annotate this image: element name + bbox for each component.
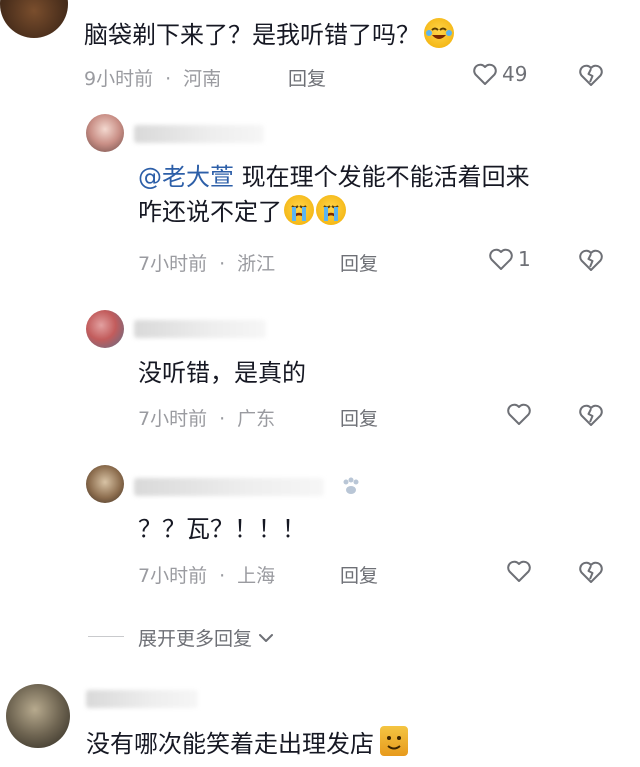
dislike-button[interactable] bbox=[578, 63, 604, 91]
heart-outline-icon bbox=[473, 63, 497, 85]
avatar[interactable] bbox=[86, 114, 124, 152]
username-redacted bbox=[134, 320, 266, 338]
reply-text: 没听错，是真的 bbox=[138, 359, 306, 387]
reply-text: ？？瓦？！！！ bbox=[138, 515, 306, 543]
reply-location: 浙江 bbox=[237, 253, 276, 275]
reply-location: 广东 bbox=[237, 408, 276, 430]
broken-heart-icon bbox=[579, 561, 603, 583]
dislike-button[interactable] bbox=[578, 403, 604, 431]
comment-time: 9小时前 bbox=[84, 68, 154, 90]
reply-button[interactable]: 回复 bbox=[288, 64, 326, 91]
expand-more-replies-button[interactable]: 展开更多回复 bbox=[138, 624, 274, 651]
reply-text-line1: 现在理个发能不能活着回来 bbox=[234, 163, 530, 191]
reply-button[interactable]: 回复 bbox=[340, 404, 378, 431]
reply-time: 7小时前 bbox=[138, 253, 208, 275]
paw-icon bbox=[340, 476, 362, 498]
dislike-button[interactable] bbox=[578, 560, 604, 588]
sticker-icon bbox=[380, 726, 408, 756]
dislike-button[interactable] bbox=[578, 248, 604, 276]
avatar[interactable] bbox=[86, 465, 124, 503]
broken-heart-icon bbox=[579, 64, 603, 86]
username-redacted bbox=[134, 478, 324, 496]
reply-button[interactable]: 回复 bbox=[340, 249, 378, 276]
reply-meta: 7小时前 · 广东 bbox=[138, 408, 276, 430]
reply-time: 7小时前 bbox=[138, 565, 208, 587]
like-count: 49 bbox=[502, 62, 528, 86]
broken-heart-icon bbox=[579, 404, 603, 426]
avatar[interactable] bbox=[0, 0, 68, 38]
like-button[interactable] bbox=[506, 559, 532, 583]
crying-emoji-icon bbox=[316, 195, 346, 225]
comment-location: 河南 bbox=[183, 68, 222, 90]
chevron-down-icon bbox=[259, 633, 274, 642]
like-count: 1 bbox=[518, 247, 531, 271]
comment-text: 脑袋剃下来了？是我听错了吗？ bbox=[84, 18, 454, 52]
username-redacted bbox=[86, 690, 198, 708]
like-button[interactable]: 1 bbox=[488, 247, 531, 271]
comment-text: 没有哪次能笑着走出理发店 bbox=[86, 726, 408, 761]
divider bbox=[88, 636, 124, 637]
reply-text-line2-row: 咋还说不定了 bbox=[138, 195, 346, 229]
username-redacted bbox=[134, 125, 264, 143]
reply-meta: 7小时前 · 浙江 bbox=[138, 253, 276, 275]
expand-more-label: 展开更多回复 bbox=[138, 628, 253, 650]
laughing-crying-emoji-icon bbox=[424, 18, 454, 48]
avatar[interactable] bbox=[6, 684, 70, 748]
mention-link[interactable]: @老大萱 bbox=[138, 163, 234, 191]
like-button[interactable]: 49 bbox=[472, 62, 527, 86]
heart-outline-icon bbox=[507, 403, 531, 425]
heart-outline-icon bbox=[489, 248, 513, 270]
reply-meta: 7小时前 · 上海 bbox=[138, 565, 276, 587]
reply-time: 7小时前 bbox=[138, 408, 208, 430]
comment-text-content: 脑袋剃下来了？是我听错了吗？ bbox=[84, 21, 420, 49]
reply-text: @老大萱 现在理个发能不能活着回来 bbox=[138, 160, 530, 194]
like-button[interactable] bbox=[506, 402, 532, 426]
heart-outline-icon bbox=[507, 560, 531, 582]
reply-button[interactable]: 回复 bbox=[340, 561, 378, 588]
reply-text-line2: 咋还说不定了 bbox=[138, 198, 282, 226]
comment-text-content: 没有哪次能笑着走出理发店 bbox=[86, 730, 374, 758]
avatar[interactable] bbox=[86, 310, 124, 348]
reply-location: 上海 bbox=[237, 565, 276, 587]
crying-emoji-icon bbox=[284, 195, 314, 225]
broken-heart-icon bbox=[579, 249, 603, 271]
comment-meta: 9小时前 · 河南 bbox=[84, 68, 222, 90]
